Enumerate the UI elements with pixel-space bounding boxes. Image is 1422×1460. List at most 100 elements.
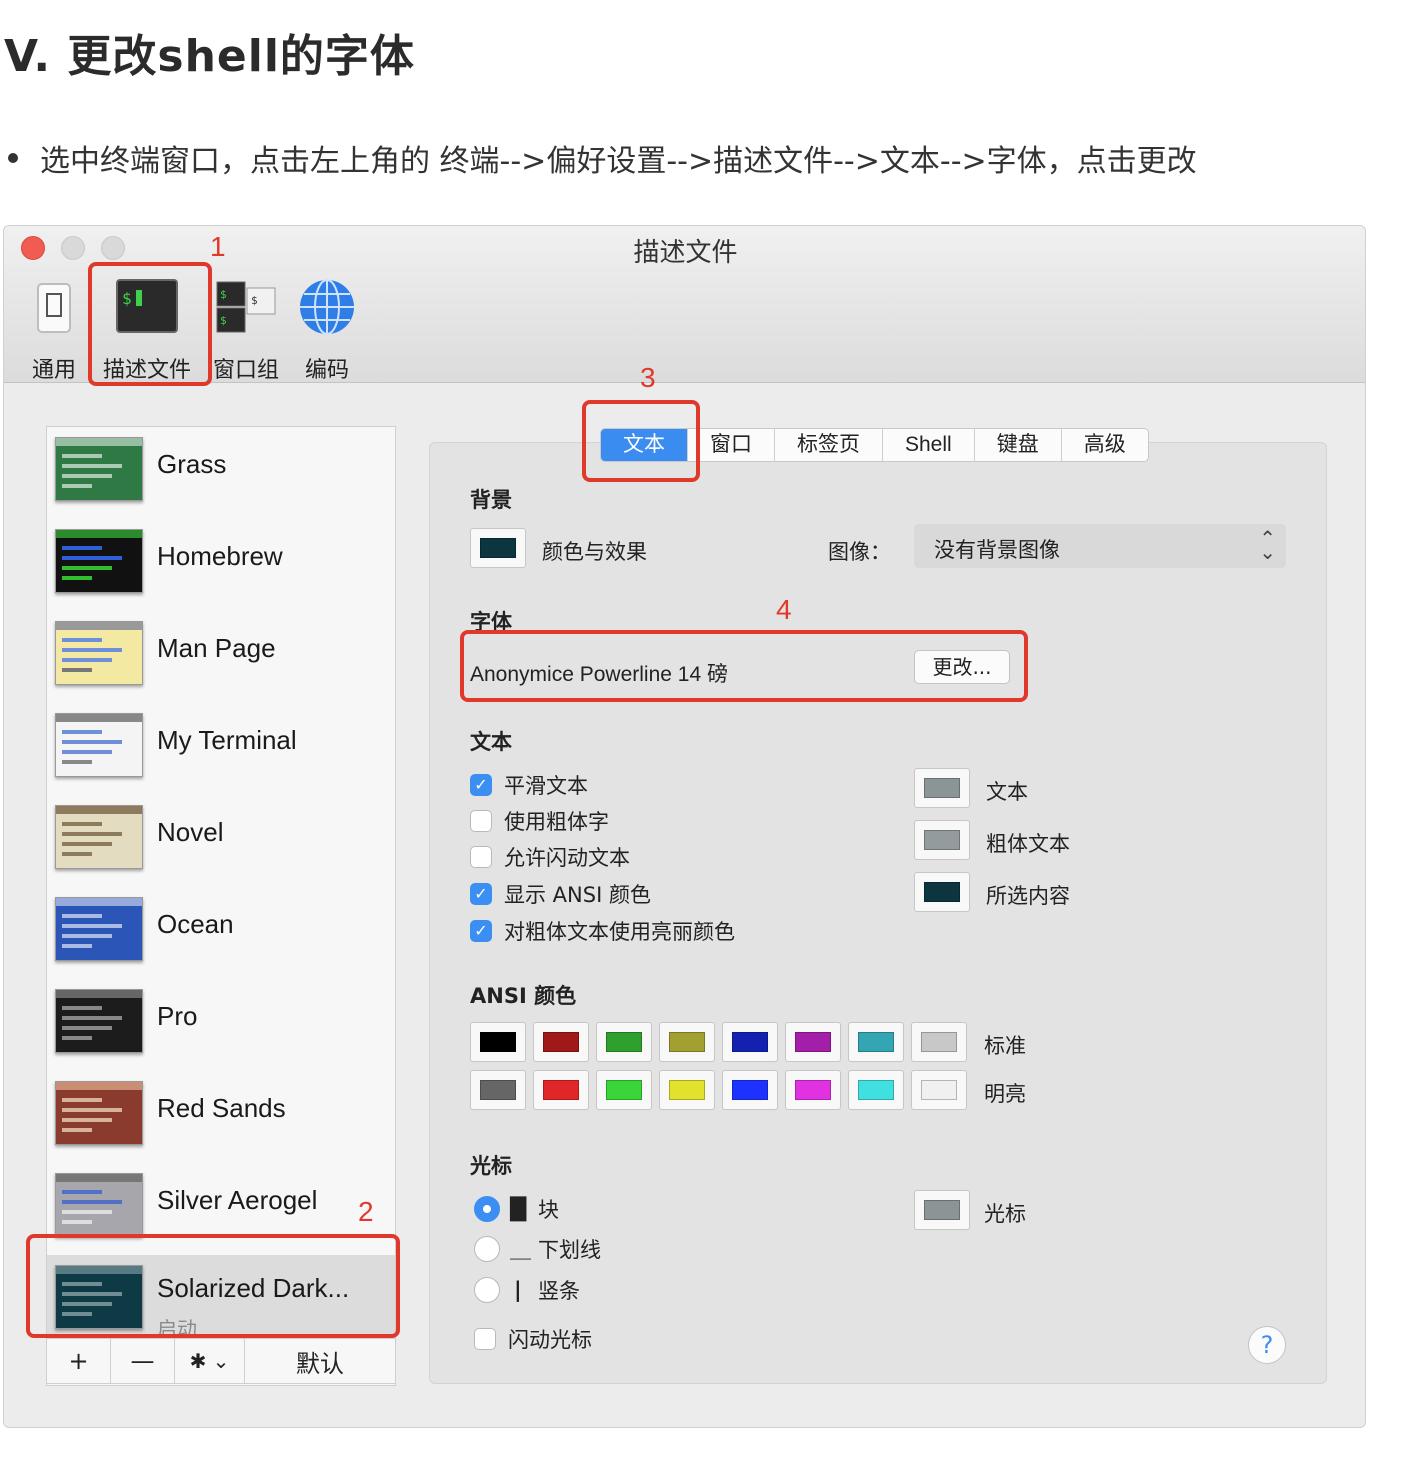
checkbox[interactable]: ✓ bbox=[470, 920, 492, 942]
svg-text:$: $ bbox=[220, 314, 227, 327]
profile-thumbnail bbox=[55, 1173, 143, 1237]
text-color-swatch[interactable] bbox=[914, 768, 970, 808]
profile-item-my-terminal[interactable]: My Terminal bbox=[47, 703, 395, 795]
option-label: 使用粗体字 bbox=[504, 810, 609, 834]
annotation-number: 2 bbox=[358, 1196, 374, 1227]
profile-thumbnail bbox=[55, 989, 143, 1053]
option-label: 显示 ANSI 颜色 bbox=[504, 883, 651, 907]
page-heading: V. 更改shell的字体 bbox=[4, 31, 415, 82]
option-label: 竖条 bbox=[538, 1279, 580, 1303]
background-image-select[interactable]: 没有背景图像 ⌃ ⌄ bbox=[914, 524, 1286, 568]
bold-text-color-swatch[interactable] bbox=[914, 820, 970, 860]
ansi-swatch[interactable] bbox=[659, 1070, 715, 1110]
cursor-underline-option[interactable]: ＿ 下划线 bbox=[474, 1234, 601, 1264]
option-label: 允许闪动文本 bbox=[504, 846, 630, 870]
ansi-swatch[interactable] bbox=[596, 1022, 652, 1062]
tab-shell[interactable]: Shell bbox=[883, 429, 975, 461]
cursor-bar-option[interactable]: | 竖条 bbox=[474, 1275, 580, 1305]
ansi-colors-option[interactable]: ✓ 显示 ANSI 颜色 bbox=[470, 879, 651, 909]
block-cursor-icon: █ bbox=[510, 1197, 527, 1221]
text-section-title: 文本 bbox=[470, 730, 512, 754]
option-label: 对粗体文本使用亮丽颜色 bbox=[504, 920, 735, 944]
cursor-color-label: 光标 bbox=[984, 1202, 1026, 1226]
profile-item-man-page[interactable]: Man Page bbox=[47, 611, 395, 703]
profile-thumbnail bbox=[55, 1081, 143, 1145]
ansi-swatch[interactable] bbox=[785, 1070, 841, 1110]
tab-advanced[interactable]: 高级 bbox=[1062, 429, 1148, 461]
annotation-box-text-tab bbox=[582, 400, 700, 482]
ansi-swatch[interactable] bbox=[722, 1022, 778, 1062]
profile-thumbnail bbox=[55, 621, 143, 685]
tab-window[interactable]: 窗口 bbox=[688, 429, 775, 461]
radio-button[interactable] bbox=[474, 1236, 500, 1262]
profile-name: Homebrew bbox=[157, 541, 283, 571]
color-effect-label: 颜色与效果 bbox=[542, 540, 647, 564]
remove-profile-button[interactable]: — bbox=[111, 1339, 175, 1383]
profile-thumbnail bbox=[55, 805, 143, 869]
ansi-swatch[interactable] bbox=[848, 1022, 904, 1062]
profile-name: Silver Aerogel bbox=[157, 1185, 318, 1215]
checkbox[interactable] bbox=[474, 1328, 496, 1350]
ansi-swatch[interactable] bbox=[470, 1022, 526, 1062]
gear-menu-button[interactable]: ✱ ⌄ bbox=[175, 1339, 245, 1383]
profile-name: My Terminal bbox=[157, 725, 297, 755]
bold-font-option[interactable]: 使用粗体字 bbox=[470, 806, 609, 836]
profile-item-homebrew[interactable]: Homebrew bbox=[47, 519, 395, 611]
underline-cursor-icon: ＿ bbox=[510, 1238, 531, 1262]
profile-item-pro[interactable]: Pro bbox=[47, 979, 395, 1071]
radio-button[interactable] bbox=[474, 1277, 500, 1303]
ansi-swatch[interactable] bbox=[722, 1070, 778, 1110]
instruction-item: 选中终端窗口，点击左上角的 终端-->偏好设置-->描述文件-->文本-->字体… bbox=[8, 136, 1197, 180]
checkbox[interactable]: ✓ bbox=[470, 774, 492, 796]
ansi-swatch[interactable] bbox=[533, 1022, 589, 1062]
ansi-swatch[interactable] bbox=[911, 1022, 967, 1062]
ansi-swatch[interactable] bbox=[533, 1070, 589, 1110]
profile-item-red-sands[interactable]: Red Sands bbox=[47, 1071, 395, 1163]
ansi-swatch[interactable] bbox=[911, 1070, 967, 1110]
profile-item-grass[interactable]: Grass bbox=[47, 427, 395, 519]
help-button[interactable]: ? bbox=[1248, 1326, 1286, 1364]
cursor-color-swatch[interactable] bbox=[914, 1190, 970, 1230]
blink-cursor-option[interactable]: 闪动光标 bbox=[474, 1324, 592, 1354]
ansi-swatch[interactable] bbox=[785, 1022, 841, 1062]
profile-item-novel[interactable]: Novel bbox=[47, 795, 395, 887]
svg-text:$: $ bbox=[251, 294, 258, 307]
tab-tabs[interactable]: 标签页 bbox=[775, 429, 883, 461]
profile-list-toolbar: + — ✱ ⌄ 默认 bbox=[46, 1338, 396, 1384]
add-profile-button[interactable]: + bbox=[47, 1339, 111, 1383]
radio-button[interactable] bbox=[474, 1196, 500, 1222]
option-label: 块 bbox=[538, 1198, 559, 1222]
cursor-block-option[interactable]: █ 块 bbox=[474, 1194, 559, 1224]
annotation-box-solarized bbox=[26, 1234, 400, 1338]
bright-bold-option[interactable]: ✓ 对粗体文本使用亮丽颜色 bbox=[470, 916, 735, 946]
profile-thumbnail bbox=[55, 713, 143, 777]
chevron-updown-icon: ⌃ ⌄ bbox=[1259, 526, 1276, 564]
annotation-box-profiles bbox=[88, 262, 212, 386]
profile-name: Man Page bbox=[157, 633, 276, 663]
default-profile-button[interactable]: 默认 bbox=[245, 1339, 395, 1383]
background-color-swatch[interactable] bbox=[470, 528, 526, 568]
profile-item-ocean[interactable]: Ocean bbox=[47, 887, 395, 979]
checkbox[interactable] bbox=[470, 810, 492, 832]
toolbar-label: 编码 bbox=[304, 358, 349, 383]
checkbox[interactable]: ✓ bbox=[470, 883, 492, 905]
window-group-icon: $ $ $ bbox=[216, 281, 276, 333]
annotation-number: 4 bbox=[776, 594, 792, 625]
preferences-window: 描述文件 通用 $ 描述文件 $ $ $ 窗口组 编码 Grass Homebr… bbox=[3, 225, 1366, 1428]
profile-name: Pro bbox=[157, 1001, 198, 1031]
profile-thumbnail bbox=[55, 529, 143, 593]
ansi-swatch[interactable] bbox=[596, 1070, 652, 1110]
bar-cursor-icon: | bbox=[514, 1278, 522, 1302]
tab-keyboard[interactable]: 键盘 bbox=[975, 429, 1062, 461]
selection-color-swatch[interactable] bbox=[914, 872, 970, 912]
ansi-swatch[interactable] bbox=[470, 1070, 526, 1110]
globe-icon bbox=[300, 279, 354, 335]
option-label: 平滑文本 bbox=[504, 774, 588, 798]
bullet-dot bbox=[8, 153, 18, 163]
toolbar-encodings[interactable]: 编码 bbox=[277, 278, 377, 384]
ansi-swatch[interactable] bbox=[659, 1022, 715, 1062]
ansi-swatch[interactable] bbox=[848, 1070, 904, 1110]
checkbox[interactable] bbox=[470, 846, 492, 868]
smooth-text-option[interactable]: ✓ 平滑文本 bbox=[470, 770, 588, 800]
blink-text-option[interactable]: 允许闪动文本 bbox=[470, 842, 630, 872]
